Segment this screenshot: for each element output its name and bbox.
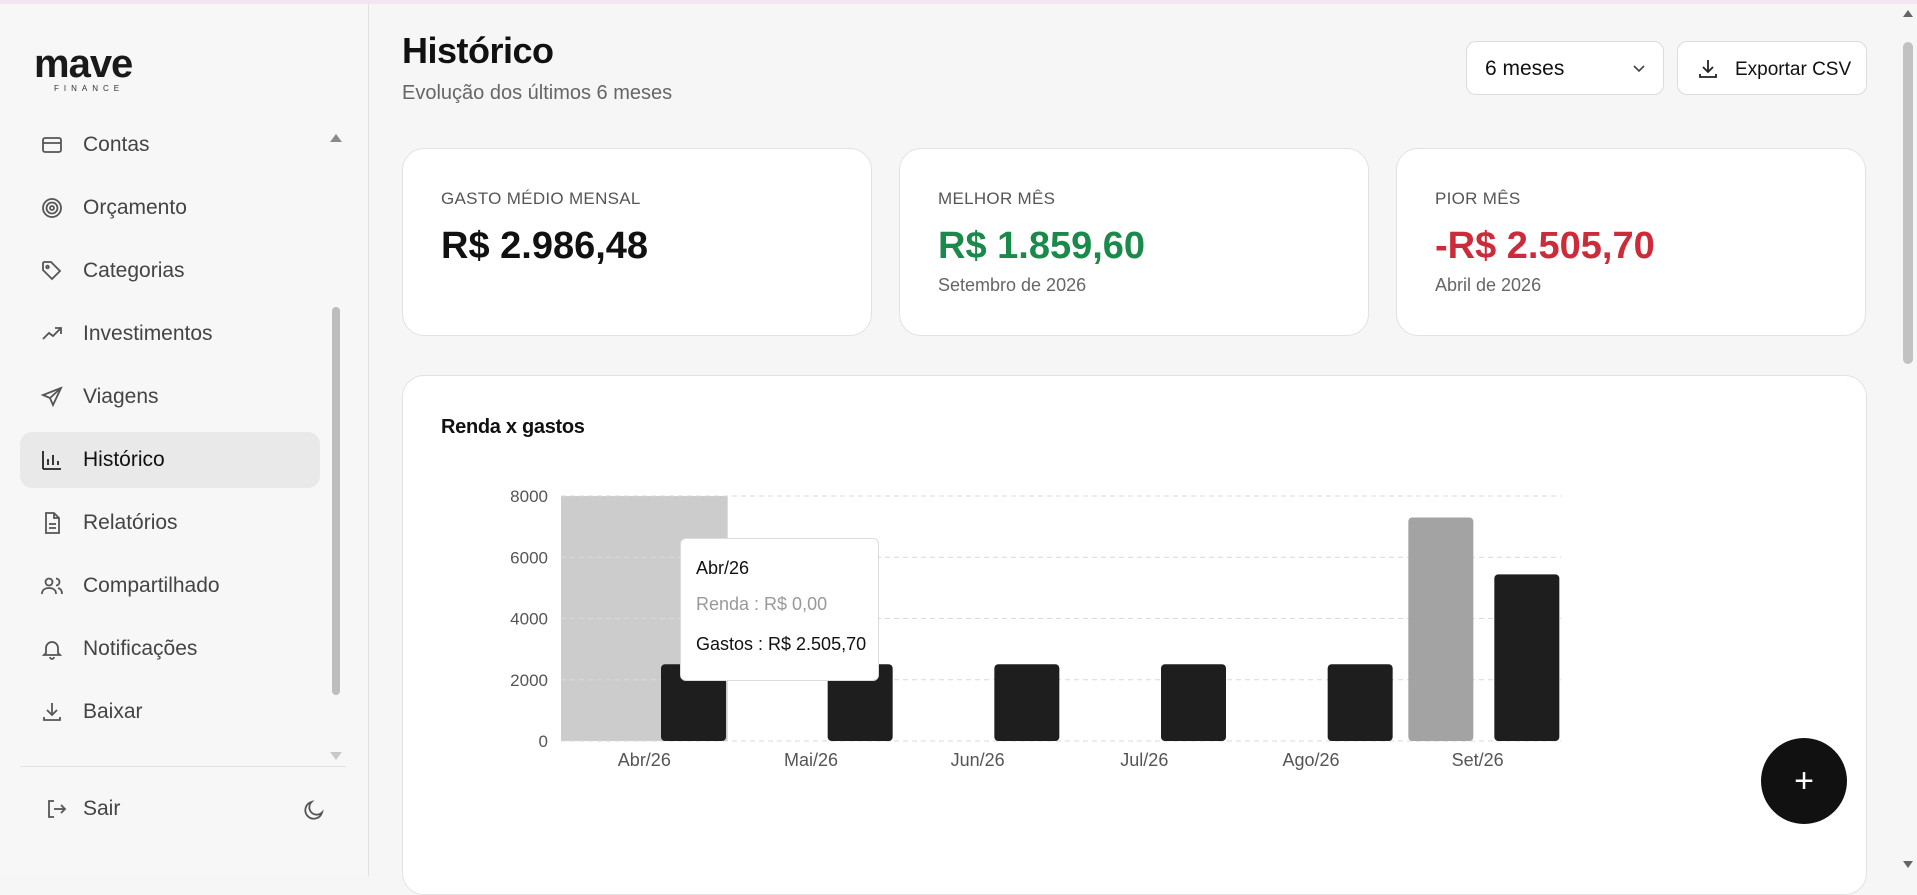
sidebar: mave FINANCE Contas Orçamento Categorias… xyxy=(0,4,369,876)
tag-icon xyxy=(42,261,62,281)
main-scrollbar[interactable] xyxy=(1900,4,1917,876)
tooltip-month: Abr/26 xyxy=(696,558,750,578)
target-icon xyxy=(42,198,62,218)
page-subtitle: Evolução dos últimos 6 meses xyxy=(402,82,673,104)
scroll-up-arrow-icon[interactable] xyxy=(1903,10,1913,17)
y-tick-label: 0 xyxy=(539,732,548,751)
download-icon xyxy=(43,703,61,721)
sidebar-scrollbar[interactable] xyxy=(330,124,342,764)
y-tick-label: 6000 xyxy=(510,548,548,567)
export-csv-button[interactable]: Exportar CSV xyxy=(1677,41,1867,95)
sidebar-nav: Contas Orçamento Categorias Investimento… xyxy=(20,117,320,747)
expense-bar xyxy=(1161,664,1226,741)
sidebar-item-viagens[interactable]: Viagens xyxy=(20,369,320,425)
sidebar-item-label: Compartilhado xyxy=(83,574,220,597)
expense-bar xyxy=(994,664,1060,741)
sidebar-item-label: Orçamento xyxy=(83,196,187,219)
stat-value: R$ 1.859,60 xyxy=(938,225,1146,267)
period-select[interactable]: 6 meses xyxy=(1466,41,1664,95)
stat-label: PIOR MÊS xyxy=(1435,189,1521,208)
sidebar-item-relatorios[interactable]: Relatórios xyxy=(20,495,320,551)
plane-icon xyxy=(40,386,63,408)
y-tick-label: 2000 xyxy=(510,671,548,690)
stat-subtext: Abril de 2026 xyxy=(1435,275,1542,295)
stat-card-worst-month: PIOR MÊS -R$ 2.505,70 Abril de 2026 xyxy=(1396,148,1866,336)
x-tick-label: Set/26 xyxy=(1452,750,1504,770)
chart-card: Renda x gastos 0 2000 4000 6000 8000 Abr/26 Ma… xyxy=(402,375,1867,895)
sidebar-item-label: Baixar xyxy=(83,700,143,723)
log-out-icon xyxy=(48,800,67,818)
trending-up-icon xyxy=(42,327,62,340)
tooltip-income: Renda : R$ 0,00 xyxy=(696,594,828,614)
sidebar-item-label: Notificações xyxy=(83,637,198,660)
export-csv-label: Exportar CSV xyxy=(1735,59,1852,80)
plus-icon: + xyxy=(1794,762,1814,800)
stat-value: R$ 2.986,48 xyxy=(441,225,649,267)
logo-wordmark: mave xyxy=(34,42,133,86)
logo-subtitle: FINANCE xyxy=(54,84,125,93)
sidebar-item-investimentos[interactable]: Investimentos xyxy=(20,306,320,362)
y-tick-label: 4000 xyxy=(510,610,548,629)
stat-label: MELHOR MÊS xyxy=(938,189,1056,208)
stat-subtext: Setembro de 2026 xyxy=(938,275,1087,295)
bar-chart-icon xyxy=(42,451,61,470)
sidebar-item-label: Categorias xyxy=(83,259,185,282)
sidebar-item-categorias[interactable]: Categorias xyxy=(20,243,320,299)
scroll-up-arrow-icon[interactable] xyxy=(330,134,342,142)
page-title: Histórico xyxy=(402,30,554,71)
credit-card-icon xyxy=(42,137,62,153)
sidebar-item-compartilhado[interactable]: Compartilhado xyxy=(20,558,320,614)
stat-card-average: GASTO MÉDIO MENSAL R$ 2.986,48 xyxy=(402,148,872,336)
sidebar-item-label: Contas xyxy=(83,133,150,156)
sidebar-item-label: Histórico xyxy=(83,448,165,471)
logout-label: Sair xyxy=(83,797,121,820)
sidebar-item-label: Relatórios xyxy=(83,511,178,534)
bell-icon xyxy=(41,641,63,660)
sidebar-item-baixar[interactable]: Baixar xyxy=(20,684,320,740)
logout-button[interactable]: Sair xyxy=(20,784,340,834)
sidebar-item-label: Investimentos xyxy=(83,322,213,345)
stat-label: GASTO MÉDIO MENSAL xyxy=(441,189,641,208)
x-tick-label: Abr/26 xyxy=(618,750,671,770)
x-tick-label: Mai/26 xyxy=(784,750,838,770)
expense-bar xyxy=(1494,574,1560,741)
y-tick-label: 8000 xyxy=(510,487,548,506)
tooltip-expenses: Gastos : R$ 2.505,70 xyxy=(696,634,867,654)
sidebar-item-contas[interactable]: Contas xyxy=(20,117,320,173)
sidebar-divider xyxy=(20,766,346,767)
file-text-icon xyxy=(45,512,60,534)
period-select-value: 6 meses xyxy=(1485,57,1565,80)
sidebar-item-orcamento[interactable]: Orçamento xyxy=(20,180,320,236)
chart-tooltip: Abr/26 Renda : R$ 0,00 Gastos : R$ 2.505… xyxy=(680,538,879,681)
moon-icon[interactable] xyxy=(302,798,326,822)
logo: mave FINANCE xyxy=(34,42,154,94)
sidebar-item-notificacoes[interactable]: Notificações xyxy=(20,621,320,677)
users-icon xyxy=(41,577,63,595)
scrollbar-thumb[interactable] xyxy=(1903,42,1913,364)
download-icon xyxy=(1699,60,1717,78)
sidebar-item-historico[interactable]: Histórico xyxy=(20,432,320,488)
scroll-down-arrow-icon[interactable] xyxy=(1903,861,1913,868)
add-transaction-button[interactable]: + xyxy=(1761,738,1847,824)
stat-card-best-month: MELHOR MÊS R$ 1.859,60 Setembro de 2026 xyxy=(899,148,1369,336)
expense-bar xyxy=(1327,664,1393,741)
income-bar xyxy=(1408,517,1474,741)
scrollbar-thumb[interactable] xyxy=(332,307,340,695)
income-expense-bar-chart[interactable]: 0 2000 4000 6000 8000 Abr/26 Mai/26 Jun/26 Jul/2… xyxy=(403,376,1868,876)
sidebar-item-label: Viagens xyxy=(83,385,159,408)
x-tick-label: Jul/26 xyxy=(1120,750,1168,770)
stat-value: -R$ 2.505,70 xyxy=(1435,225,1655,267)
chevron-down-icon xyxy=(1633,65,1645,73)
scroll-down-arrow-icon[interactable] xyxy=(330,752,342,760)
x-tick-label: Ago/26 xyxy=(1282,750,1339,770)
x-tick-label: Jun/26 xyxy=(951,750,1005,770)
